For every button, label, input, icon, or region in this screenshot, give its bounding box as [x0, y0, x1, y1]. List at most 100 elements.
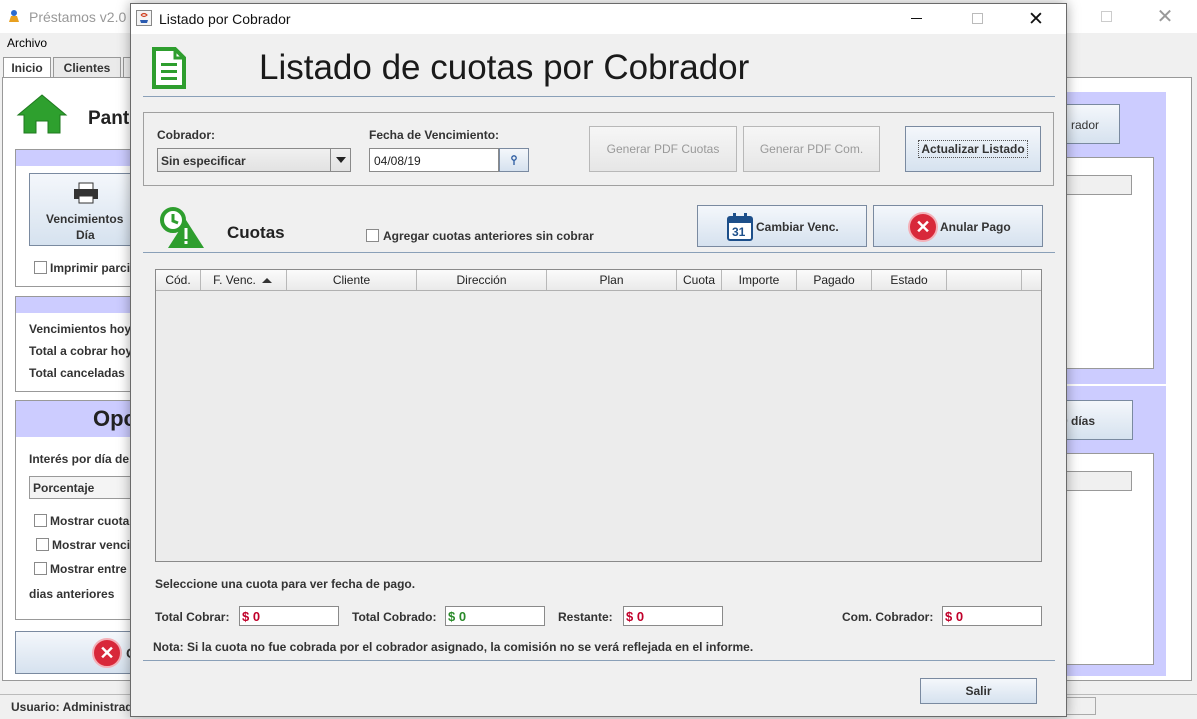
calendar-icon: 31 [726, 212, 754, 242]
total-cobrado-label: Total Cobrado: [352, 610, 437, 624]
page-heading: Pant [88, 108, 130, 129]
imprimir-label: Imprimir parci [50, 261, 131, 275]
interes-label: Interés por día de [29, 452, 130, 466]
total-cobrado-field[interactable]: $ 0 [445, 606, 545, 626]
footer-separator [143, 660, 1055, 661]
interes-type-value: Porcentaje [33, 481, 95, 495]
main-maximize-button[interactable] [1101, 11, 1112, 22]
java-app-icon [6, 8, 22, 24]
cuotas-table[interactable]: Cód. F. Venc. Cliente Dirección Plan Cuo… [155, 269, 1042, 562]
main-window-title: Préstamos v2.0 [29, 9, 127, 25]
imprimir-checkbox[interactable] [34, 261, 47, 274]
summary-canceladas: Total canceladas [29, 366, 125, 380]
column-header-pagado[interactable]: Pagado [797, 270, 872, 290]
column-header-importe[interactable]: Importe [722, 270, 797, 290]
cobrador-label: Cobrador: [157, 128, 215, 142]
total-cobrar-value: $ 0 [242, 609, 261, 624]
column-header-cod[interactable]: Cód. [156, 270, 201, 290]
summary-total-cobrar: Total a cobrar hoy [29, 344, 133, 358]
dialog-title: Listado por Cobrador [159, 11, 291, 27]
right-mid-button[interactable]: 0 días [1060, 400, 1133, 440]
vencimientos-dia-button[interactable]: Vencimientos Día [29, 173, 135, 246]
menu-archivo[interactable]: Archivo [7, 36, 47, 50]
column-header-plan[interactable]: Plan [547, 270, 677, 290]
total-cobrar-label: Total Cobrar: [155, 610, 230, 624]
printer-icon [72, 182, 100, 207]
right-panel-bottom-field [1066, 471, 1132, 491]
agregar-anteriores-label: Agregar cuotas anteriores sin cobrar [383, 229, 594, 243]
column-header-direccion[interactable]: Dirección [417, 270, 547, 290]
salir-label: Salir [965, 684, 992, 698]
vencimientos-label-2: Día [76, 228, 95, 242]
hint-text: Seleccione una cuota para ver fecha de p… [155, 577, 416, 591]
generar-pdf-cuotas-label: Generar PDF Cuotas [606, 142, 720, 156]
restante-field[interactable]: $ 0 [623, 606, 723, 626]
dias-label: dias anteriores [29, 587, 115, 601]
restante-label: Restante: [558, 610, 613, 624]
fecha-value: 04/08/19 [374, 154, 421, 168]
mostrar-cuota-label: Mostrar cuota [50, 514, 130, 528]
com-cobrador-label: Com. Cobrador: [842, 610, 934, 624]
column-header-extra[interactable] [947, 270, 1022, 290]
calendar-day: 31 [732, 225, 746, 239]
mostrar-entre-label: Mostrar entre [50, 562, 127, 576]
right-panel-top-field [1066, 175, 1132, 195]
right-top-button[interactable]: rador [1060, 104, 1120, 144]
header-separator [143, 96, 1055, 97]
right-top-label: rador [1071, 118, 1100, 132]
agregar-anteriores-checkbox[interactable] [366, 229, 379, 242]
cambiar-venc-label: Cambiar Venc. [756, 220, 839, 234]
column-header-fvenc[interactable]: F. Venc. [201, 270, 287, 290]
dialog-minimize-button[interactable] [911, 18, 922, 19]
salir-button[interactable]: Salir [920, 678, 1037, 704]
tab-inicio[interactable]: Inicio [3, 57, 51, 77]
mostrar-cuota-checkbox[interactable] [34, 514, 47, 527]
clock-warning-icon [159, 206, 207, 250]
column-header-estado[interactable]: Estado [872, 270, 947, 290]
total-cobrado-value: $ 0 [448, 609, 467, 624]
main-close-button[interactable]: ✕ [1150, 2, 1180, 30]
date-picker-button[interactable] [499, 148, 529, 172]
close-app-button[interactable]: ✕ C [15, 631, 136, 674]
status-user: Usuario: Administrad [11, 700, 133, 714]
sort-ascending-icon [261, 278, 272, 283]
cambiar-venc-button[interactable]: 31 Cambiar Venc. [697, 205, 867, 247]
com-cobrador-field[interactable]: $ 0 [942, 606, 1042, 626]
cancel-icon: ✕ [908, 212, 938, 242]
column-header-cuota[interactable]: Cuota [677, 270, 722, 290]
cuotas-separator [143, 252, 1055, 253]
dialog-maximize-button[interactable] [972, 13, 983, 24]
column-header-cliente[interactable]: Cliente [287, 270, 417, 290]
chevron-down-icon[interactable] [330, 149, 350, 171]
fecha-input[interactable]: 04/08/19 [369, 148, 499, 172]
restante-value: $ 0 [626, 609, 645, 624]
dialog-window: Listado por Cobrador ✕ Listado de cuotas… [130, 3, 1067, 717]
cobrador-value: Sin especificar [161, 154, 246, 168]
com-cobrador-value: $ 0 [945, 609, 964, 624]
anular-pago-button[interactable]: ✕ Anular Pago [873, 205, 1043, 247]
mostrar-venci-label: Mostrar venci [52, 538, 131, 552]
cobrador-select[interactable]: Sin especificar [157, 148, 351, 172]
mostrar-entre-checkbox[interactable] [34, 562, 47, 575]
tab-clientes[interactable]: Clientes [53, 57, 121, 77]
column-header-fvenc-label: F. Venc. [213, 273, 256, 287]
interes-type-select[interactable]: Porcentaje [29, 476, 133, 499]
panel-summary-header [16, 297, 134, 313]
total-cobrar-field[interactable]: $ 0 [239, 606, 339, 626]
generar-pdf-com-label: Generar PDF Com. [759, 142, 864, 156]
tab-clientes-label: Clientes [63, 60, 111, 75]
dialog-java-icon [136, 10, 152, 26]
fecha-label: Fecha de Vencimiento: [369, 128, 500, 142]
actualizar-listado-button[interactable]: Actualizar Listado [905, 126, 1041, 172]
anular-pago-label: Anular Pago [940, 220, 1011, 234]
document-icon [151, 46, 187, 90]
summary-vencimientos: Vencimientos hoy [29, 322, 132, 336]
generar-pdf-com-button[interactable]: Generar PDF Com. [743, 126, 880, 172]
mostrar-venci-checkbox[interactable] [36, 538, 49, 551]
note-text: Nota: Si la cuota no fue cobrada por el … [153, 640, 754, 654]
vencimientos-label-1: Vencimientos [46, 212, 124, 226]
dialog-close-button[interactable]: ✕ [1021, 5, 1051, 33]
generar-pdf-cuotas-button[interactable]: Generar PDF Cuotas [589, 126, 737, 172]
actualizar-listado-label: Actualizar Listado [918, 140, 1028, 158]
panel-vencimientos-header [16, 150, 134, 166]
